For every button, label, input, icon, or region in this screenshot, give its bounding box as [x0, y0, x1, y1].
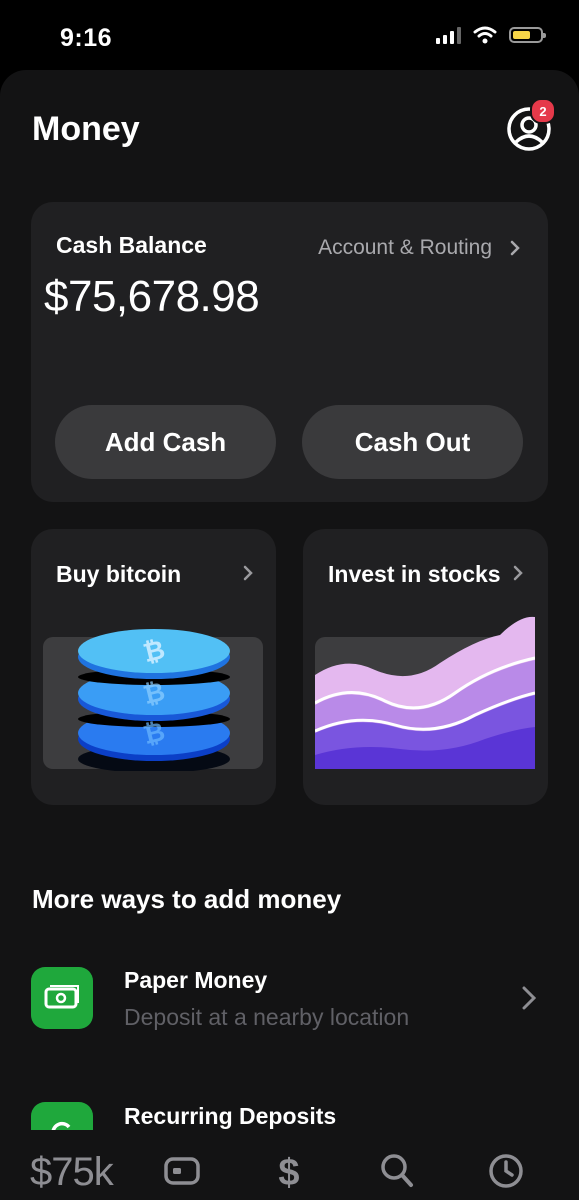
invest-stocks-tile[interactable]: Invest in stocks [303, 529, 548, 805]
paper-money-subtitle: Deposit at a nearby location [124, 1004, 410, 1030]
paper-money-title: Paper Money [124, 967, 268, 993]
status-icons [436, 26, 546, 44]
cash-icon [31, 967, 93, 1029]
battery-icon [509, 27, 546, 43]
svg-text:$: $ [278, 1152, 299, 1192]
cash-balance-card: Cash Balance $75,678.98 Account & Routin… [31, 202, 548, 502]
status-bar: 9:16 [0, 0, 579, 70]
chevron-right-icon [243, 565, 253, 581]
notification-badge: 2 [530, 98, 556, 124]
account-routing-link[interactable]: Account & Routing [318, 236, 520, 260]
cash-balance-label: Cash Balance [56, 232, 207, 258]
buy-bitcoin-label: Buy bitcoin [56, 561, 182, 587]
invest-stocks-label: Invest in stocks [328, 561, 501, 587]
chevron-right-icon [522, 986, 536, 1010]
card-icon[interactable] [163, 1152, 201, 1190]
bitcoin-coins-icon: ₿ ₿ ₿ [78, 629, 230, 771]
signal-icon [436, 26, 461, 44]
add-cash-button[interactable]: Add Cash [55, 405, 276, 479]
chevron-right-icon [513, 565, 523, 581]
account-routing-label: Account & Routing [318, 236, 492, 259]
recurring-deposits-title: Recurring Deposits [124, 1103, 337, 1129]
dollar-icon[interactable]: $ [272, 1152, 306, 1192]
more-ways-heading: More ways to add money [32, 884, 342, 914]
wifi-icon [473, 26, 497, 44]
tab-balance[interactable]: $75k [30, 1150, 114, 1195]
cash-balance-amount: $75,678.98 [44, 272, 260, 321]
search-icon[interactable] [379, 1152, 415, 1190]
page-title: Money [32, 110, 140, 148]
cash-out-button[interactable]: Cash Out [302, 405, 523, 479]
status-time: 9:16 [60, 24, 113, 52]
profile-button[interactable]: 2 [506, 98, 556, 152]
clock-icon[interactable] [487, 1152, 525, 1190]
buy-bitcoin-tile[interactable]: Buy bitcoin ₿ ₿ ₿ [31, 529, 276, 805]
chevron-right-icon [510, 240, 520, 256]
stock-waves-icon [315, 616, 535, 769]
